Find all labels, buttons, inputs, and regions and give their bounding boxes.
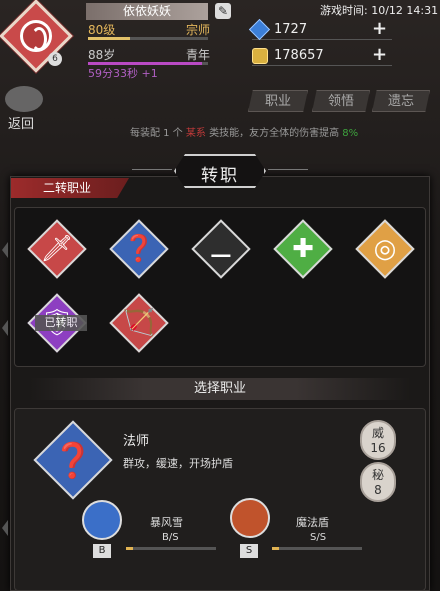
- age-row: 88岁 青年: [88, 46, 210, 63]
- blizzard-grade-badge: B: [93, 544, 111, 558]
- skill-progress-magic-shield: [272, 547, 362, 550]
- player-rank: 宗师: [185, 23, 210, 37]
- magic-shield-icon[interactable]: [230, 498, 270, 538]
- left-scroll-arrow-icon[interactable]: [2, 520, 8, 536]
- bonus-info: 每装配 1 个 某系 类技能，友方全体的伤害提高 8%: [130, 128, 359, 139]
- skill-progress-blizzard: [126, 547, 216, 550]
- bow-icon: 🏹: [122, 308, 156, 338]
- tab-forget[interactable]: 遗忘: [372, 90, 430, 112]
- stat-power-value: 16: [370, 441, 386, 455]
- left-scroll-arrow-icon[interactable]: [2, 242, 8, 258]
- magic-shield-grade-badge: S: [240, 544, 258, 558]
- tab-comprehend[interactable]: 领悟: [312, 90, 370, 112]
- title-ornament-left: [132, 169, 172, 170]
- job-changed-tag: 已转职: [35, 315, 87, 331]
- stat-mystic: 秘 8: [360, 462, 396, 502]
- selected-job-name: 法师: [123, 434, 150, 449]
- coin-count: 178657: [274, 48, 324, 63]
- blizzard-icon[interactable]: [82, 500, 122, 540]
- edit-name-icon[interactable]: ✎: [215, 3, 231, 19]
- player-stage: 青年: [185, 48, 210, 62]
- select-job-title: 选择职业: [30, 378, 410, 400]
- title-ornament-right: [268, 169, 308, 170]
- stat-mystic-value: 8: [374, 483, 382, 497]
- gem-resource: 1727 +: [248, 18, 392, 41]
- player-name: 依依妖妖: [86, 3, 208, 20]
- scroll-icon: ⚊: [209, 234, 233, 264]
- level-row: 80级 宗师: [88, 21, 210, 38]
- gem-count: 1727: [274, 22, 308, 37]
- stat-power-key: 威: [371, 426, 384, 440]
- tab-job[interactable]: 职业: [248, 90, 308, 112]
- staff-icon: ❓: [51, 441, 95, 481]
- gem-icon: [248, 18, 271, 41]
- stat-power: 威 16: [360, 420, 396, 460]
- add-gem-button[interactable]: +: [372, 18, 387, 39]
- back-icon[interactable]: [5, 86, 43, 112]
- avatar-level-badge: 6: [48, 52, 62, 66]
- skill-grade-blizzard: B/S: [162, 532, 179, 543]
- panel-title: 转职: [201, 166, 239, 186]
- age-timer: 59分33秒 +1: [88, 67, 158, 80]
- coin-resource: 178657 +: [252, 44, 392, 66]
- player-age: 88岁: [88, 48, 116, 62]
- section-tab-second-job: 二转职业: [11, 178, 129, 198]
- player-level: 80级: [88, 23, 116, 37]
- ring-icon: ◎: [373, 234, 397, 264]
- skill-name-magic-shield: 魔法盾: [296, 516, 329, 529]
- game-time: 游戏时间: 10/12 14:31: [320, 4, 439, 17]
- back-button[interactable]: 返回: [8, 113, 34, 132]
- selected-job-desc: 群攻，缓速，开场护盾: [123, 457, 233, 470]
- stat-mystic-key: 秘: [371, 468, 384, 482]
- staff-icon: ❓: [122, 234, 156, 264]
- cross-icon: ✚: [292, 234, 314, 264]
- add-coin-button[interactable]: +: [372, 44, 387, 65]
- level-progress-bar: [88, 37, 208, 40]
- skill-grade-magic-shield: S/S: [310, 532, 327, 543]
- skill-name-blizzard: 暴风雪: [150, 516, 183, 529]
- sword-icon: 🗡: [40, 234, 74, 264]
- faction-emblem-icon: [20, 20, 52, 52]
- left-scroll-arrow-icon[interactable]: [2, 320, 8, 336]
- coin-icon: [252, 48, 268, 64]
